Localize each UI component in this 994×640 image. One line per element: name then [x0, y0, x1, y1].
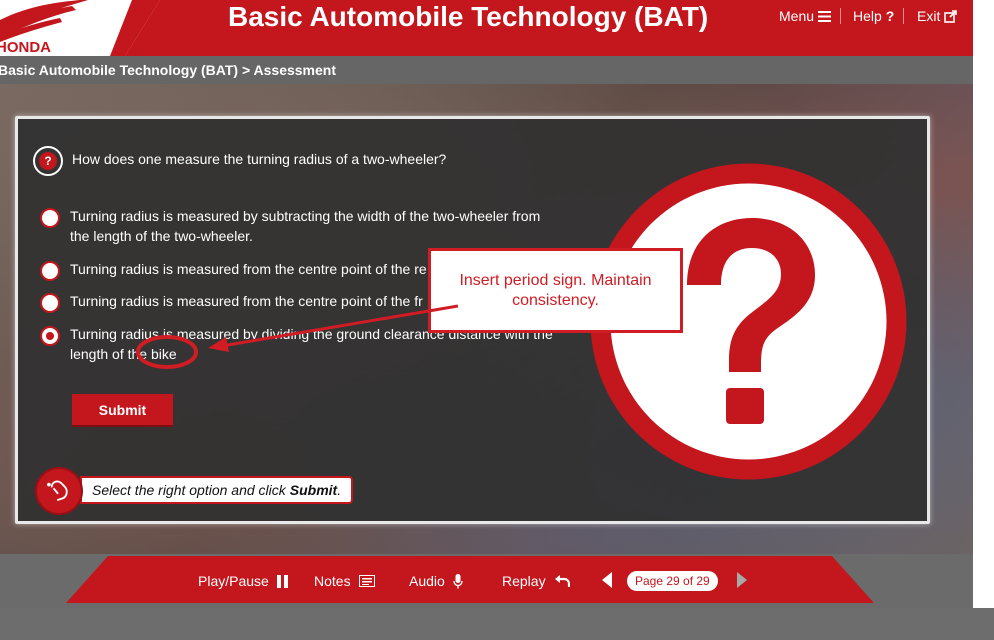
header-divider	[903, 8, 904, 24]
replay-label: Replay	[502, 573, 546, 589]
replay-icon	[554, 575, 570, 587]
review-callout: Insert period sign. Maintain consistency…	[428, 248, 683, 333]
submit-button[interactable]: Submit	[72, 394, 173, 427]
pause-icon	[276, 574, 288, 588]
page-indicator: Page 29 of 29	[627, 571, 718, 591]
radio-button[interactable]	[40, 208, 60, 228]
help-label: Help	[853, 8, 882, 24]
next-arrow-icon[interactable]	[737, 572, 747, 588]
notes-icon	[358, 575, 375, 587]
play-pause-label: Play/Pause	[198, 573, 269, 589]
window-edge	[973, 0, 994, 608]
help-icon: ?	[885, 8, 895, 24]
breadcrumb-bar: Basic Automobile Technology (BAT) > Asse…	[0, 56, 973, 84]
header-divider	[840, 8, 841, 24]
microphone-icon	[453, 573, 463, 588]
mouse-click-icon	[35, 467, 83, 515]
notes-button[interactable]: Notes	[314, 573, 375, 589]
audio-button[interactable]: Audio	[409, 573, 463, 589]
exit-button[interactable]: Exit	[917, 8, 958, 24]
replay-button[interactable]: Replay	[502, 573, 570, 589]
course-title: Basic Automobile Technology (BAT)	[228, 1, 709, 32]
menu-label: Menu	[779, 8, 815, 24]
option-text: Turning radius is measured by subtractin…	[70, 208, 541, 244]
radio-button[interactable]	[40, 261, 60, 281]
option-1[interactable]: Turning radius is measured by subtractin…	[40, 206, 560, 246]
breadcrumb: Basic Automobile Technology (BAT) > Asse…	[0, 62, 337, 78]
menu-button[interactable]: Menu	[779, 8, 832, 24]
header-bar: HONDA Basic Automobile Technology (BAT) …	[0, 0, 973, 56]
radio-button-selected[interactable]	[40, 326, 60, 346]
exit-label: Exit	[917, 8, 941, 24]
notes-label: Notes	[314, 573, 351, 589]
question-text: How does one measure the turning radius …	[72, 151, 447, 167]
brand-text: HONDA	[0, 39, 51, 56]
play-pause-button[interactable]: Play/Pause	[198, 573, 289, 589]
help-button[interactable]: Help ?	[853, 8, 894, 24]
instruction-text: Select the right option and click	[92, 482, 286, 498]
exit-icon	[944, 9, 958, 23]
footer-nav-bar	[66, 556, 874, 603]
instruction-period: .	[337, 482, 342, 498]
radio-button[interactable]	[40, 293, 60, 313]
instruction-box: Select the right option and click Submit…	[80, 476, 354, 504]
prev-arrow-icon[interactable]	[602, 572, 612, 588]
question-icon: ?	[33, 146, 63, 176]
instruction-emphasis: Submit	[289, 482, 338, 498]
course-player: HONDA Basic Automobile Technology (BAT) …	[0, 0, 994, 640]
audio-label: Audio	[409, 573, 445, 589]
menu-icon	[818, 10, 832, 22]
honda-logo: HONDA	[0, 0, 160, 56]
